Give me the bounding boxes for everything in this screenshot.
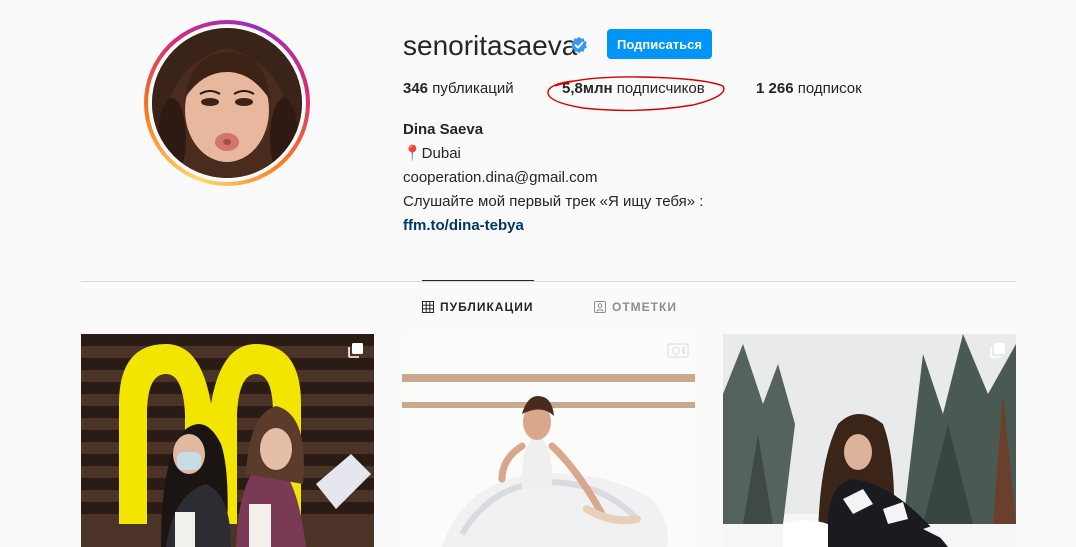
following-count: 1 266	[756, 80, 794, 97]
avatar-photo	[152, 28, 302, 178]
bio-email: cooperation.dina@gmail.com	[403, 169, 598, 186]
avatar-border	[148, 24, 306, 182]
carousel-icon	[348, 343, 363, 358]
bio-external-link[interactable]: ffm.to/dina-tebya	[403, 214, 524, 238]
posts-label: публикаций	[432, 80, 514, 97]
tab-tagged-label: ОТМЕТКИ	[612, 300, 677, 314]
profile-username: senoritasaeva	[403, 30, 578, 61]
avatar-portrait	[152, 28, 302, 178]
tab-posts[interactable]: ПУБЛИКАЦИИ	[422, 300, 533, 314]
verified-badge-icon	[571, 36, 587, 54]
post-image-ballerina	[402, 334, 695, 547]
bio-full-name: Dina Saeva	[403, 121, 484, 138]
tab-posts-label: ПУБЛИКАЦИИ	[440, 300, 534, 314]
follow-button[interactable]: Подписаться	[607, 29, 712, 59]
profile-avatar[interactable]	[144, 20, 310, 186]
bio-location: 📍Dubai	[403, 145, 461, 162]
post-thumbnail[interactable]	[402, 334, 695, 547]
grid-icon	[422, 301, 434, 313]
tag-person-icon	[594, 301, 606, 313]
carousel-icon	[990, 343, 1005, 358]
video-icon	[667, 343, 689, 358]
followers-label: подписчиков	[616, 80, 705, 97]
bio-description: Слушайте мой первый трек «Я ищу тебя» :	[403, 193, 704, 210]
tabs-divider	[81, 281, 1016, 282]
following-label: подписок	[797, 80, 862, 97]
post-thumbnail[interactable]	[723, 334, 1016, 547]
post-thumbnail[interactable]	[81, 334, 374, 547]
tab-tagged[interactable]: ОТМЕТКИ	[594, 300, 677, 314]
posts-count: 346	[403, 80, 429, 97]
followers-count-stat[interactable]: 5,8млн подписчиков	[562, 80, 705, 97]
post-image-mcdonalds	[81, 334, 374, 547]
active-tab-indicator	[422, 280, 534, 281]
posts-count-stat: 346 публикаций	[403, 80, 514, 97]
followers-count: 5,8млн	[562, 80, 613, 97]
post-image-winter-forest	[723, 334, 1016, 547]
following-count-stat[interactable]: 1 266 подписок	[756, 80, 862, 97]
